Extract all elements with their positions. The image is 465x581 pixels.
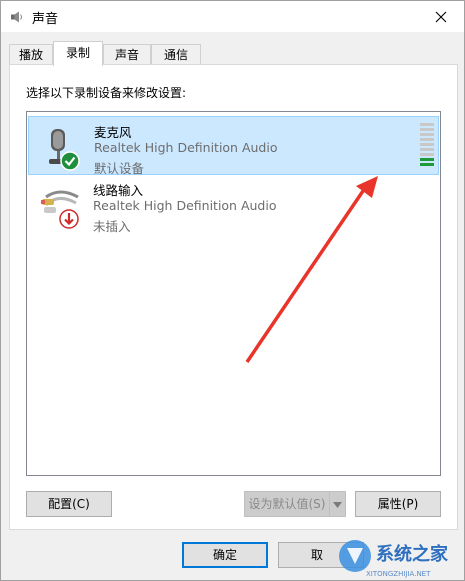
device-status: 未插入: [93, 219, 131, 234]
microphone-icon: [49, 129, 80, 171]
ok-button[interactable]: 确定: [182, 542, 268, 568]
title-bar: 声音: [1, 1, 464, 32]
device-name: 麦克风: [94, 125, 132, 140]
chevron-down-icon: [333, 502, 342, 508]
device-item-line-in[interactable]: 线路输入 Realtek High Definition Audio 未插入: [28, 175, 437, 234]
watermark-url: XITONGZHIJIA.NET: [366, 570, 431, 578]
close-button[interactable]: [418, 1, 464, 32]
device-list[interactable]: 麦克风 Realtek High Definition Audio 默认设备 线…: [26, 111, 441, 476]
properties-button[interactable]: 属性(P): [355, 491, 441, 517]
close-icon: [435, 11, 447, 22]
device-item-microphone[interactable]: 麦克风 Realtek High Definition Audio 默认设备: [28, 116, 439, 176]
sound-dialog: 声音 播放 录制 声音 通信 选择以下录制设备来修改设置: 麦克风 Realte…: [0, 0, 465, 581]
device-driver: Realtek High Definition Audio: [94, 140, 278, 155]
site-watermark: 系统之家 XITONGZHIJIA.NET: [339, 540, 449, 578]
tab-playback[interactable]: 播放: [9, 44, 53, 65]
recording-panel: 选择以下录制设备来修改设置: 麦克风 Realtek High Definiti…: [9, 64, 458, 530]
tab-sounds[interactable]: 声音: [103, 44, 151, 65]
window-title: 声音: [32, 12, 59, 27]
red-down-arrow-badge: [59, 209, 79, 229]
configure-button[interactable]: 配置(C): [26, 491, 112, 517]
device-name: 线路输入: [93, 183, 144, 198]
tab-recording[interactable]: 录制: [53, 41, 103, 66]
set-default-button[interactable]: 设为默认值(S): [244, 491, 330, 517]
instruction-text: 选择以下录制设备来修改设置:: [26, 86, 187, 100]
speaker-icon: [11, 11, 22, 23]
watermark-text: 系统之家: [376, 543, 449, 565]
device-driver: Realtek High Definition Audio: [93, 198, 277, 213]
tab-communications[interactable]: 通信: [151, 44, 201, 65]
green-check-badge: [60, 151, 80, 171]
level-meter: [420, 123, 434, 166]
line-in-cable-icon: [41, 190, 79, 229]
set-default-dropdown-button[interactable]: [329, 491, 346, 517]
